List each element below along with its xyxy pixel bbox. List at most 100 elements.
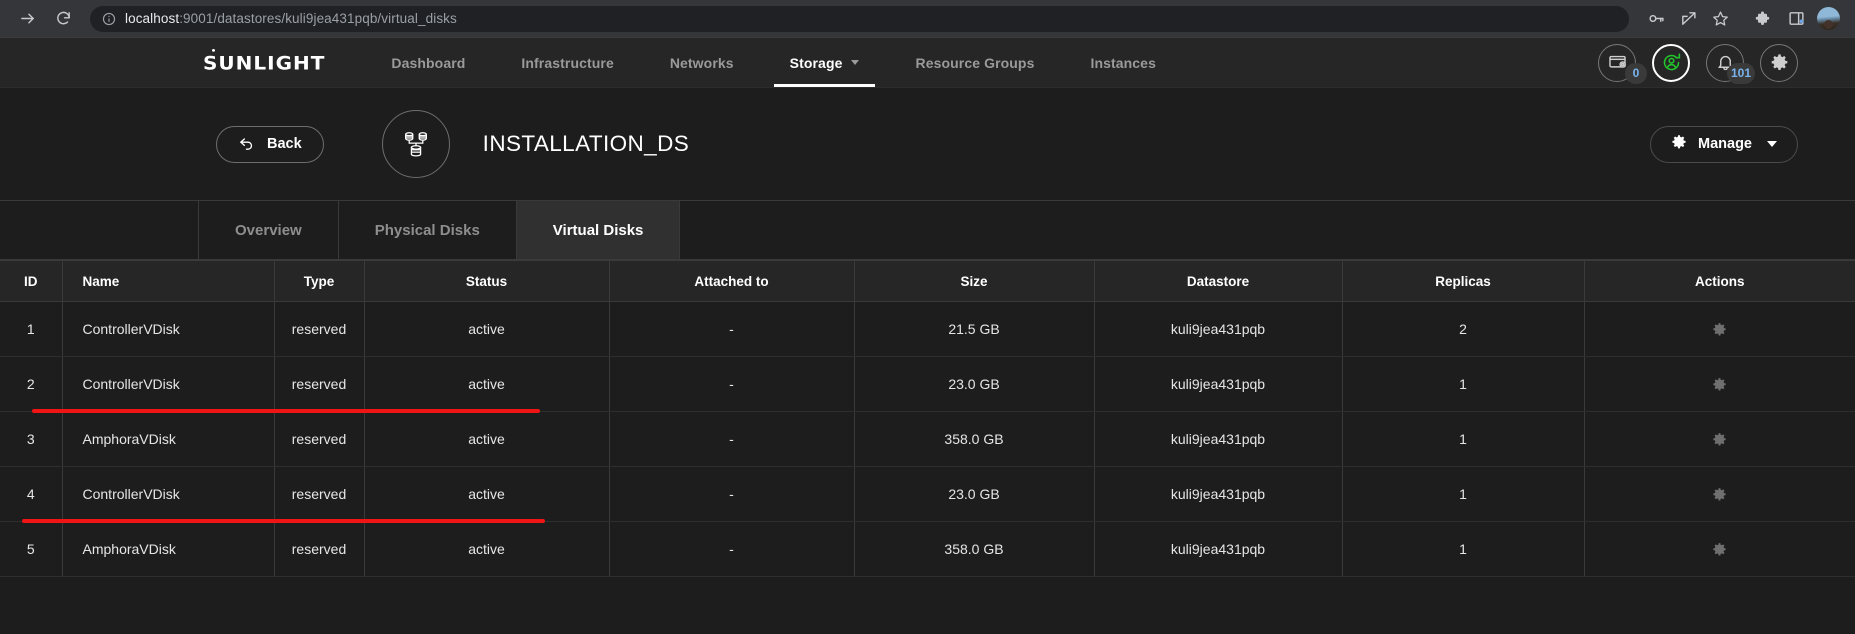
table-row[interactable]: 4 ControllerVDisk reserved active - 23.0…	[0, 466, 1855, 522]
sunlight-logo[interactable]: SUNLIGHT	[203, 40, 325, 86]
row-actions-gear-icon[interactable]	[1585, 322, 1855, 337]
reload-icon[interactable]	[48, 4, 78, 34]
row-actions-gear-icon[interactable]	[1585, 432, 1855, 447]
table-row[interactable]: 3 AmphoraVDisk reserved active - 358.0 G…	[0, 411, 1855, 467]
tab-bar-leading-space	[0, 201, 199, 259]
cell-attached-to: -	[609, 466, 855, 522]
column-header-attached-to[interactable]: Attached to	[609, 260, 855, 302]
cell-datastore: kuli9jea431pqb	[1094, 466, 1343, 522]
bookmark-star-icon[interactable]	[1705, 4, 1735, 34]
notifications-button[interactable]: 101	[1706, 43, 1755, 84]
tab-virtual-disks[interactable]: Virtual Disks	[516, 201, 681, 259]
cell-id: 4	[0, 466, 63, 522]
nav-label: Dashboard	[391, 54, 466, 71]
row-actions-gear-icon[interactable]	[1585, 542, 1855, 557]
cell-replicas: 2	[1342, 301, 1585, 357]
forward-arrow-icon[interactable]	[12, 4, 42, 34]
app-navbar: SUNLIGHT Dashboard Infrastructure Networ…	[0, 37, 1855, 87]
row-actions-gear-icon[interactable]	[1585, 377, 1855, 392]
cell-size: 358.0 GB	[854, 521, 1095, 577]
side-panel-icon[interactable]	[1781, 4, 1811, 34]
tab-label: Virtual Disks	[552, 221, 644, 239]
url-host: localhost	[125, 11, 180, 26]
back-button-label: Back	[267, 136, 302, 152]
cell-datastore: kuli9jea431pqb	[1094, 301, 1343, 357]
table-row[interactable]: 1 ControllerVDisk reserved active - 21.5…	[0, 301, 1855, 357]
cell-datastore: kuli9jea431pqb	[1094, 411, 1343, 467]
tab-bar: Overview Physical Disks Virtual Disks	[0, 200, 1855, 260]
nav-item-networks[interactable]: Networks	[642, 38, 762, 87]
table-row[interactable]: 5 AmphoraVDisk reserved active - 358.0 G…	[0, 521, 1855, 577]
cell-type: reserved	[274, 356, 365, 412]
cell-type: reserved	[274, 301, 365, 357]
url-text: localhost:9001/datastores/kuli9jea431pqb…	[125, 11, 457, 26]
manage-button[interactable]: Manage	[1650, 125, 1798, 163]
cell-id: 1	[0, 301, 63, 357]
vm-console-button[interactable]: 0	[1598, 43, 1647, 84]
browser-toolbar: localhost:9001/datastores/kuli9jea431pqb…	[0, 0, 1855, 37]
key-icon[interactable]	[1641, 4, 1671, 34]
avatar	[1816, 7, 1840, 30]
tab-overview[interactable]: Overview	[199, 201, 339, 259]
tab-label: Physical Disks	[374, 221, 480, 239]
cell-type: reserved	[274, 466, 365, 522]
cell-actions	[1584, 411, 1855, 467]
table-header-row: ID Name Type Status Attached to Size Dat…	[0, 260, 1855, 302]
virtual-disks-table: ID Name Type Status Attached to Size Dat…	[0, 260, 1855, 577]
cell-replicas: 1	[1342, 466, 1585, 522]
cell-name: AmphoraVDisk	[62, 411, 275, 467]
column-header-status[interactable]: Status	[364, 260, 610, 302]
nav-label: Infrastructure	[521, 54, 614, 71]
vm-console-badge: 0	[1625, 62, 1647, 84]
settings-gear-icon	[1760, 43, 1798, 82]
tab-label: Overview	[235, 221, 302, 239]
column-header-name[interactable]: Name	[62, 260, 275, 302]
cell-actions	[1584, 521, 1855, 577]
address-bar[interactable]: localhost:9001/datastores/kuli9jea431pqb…	[90, 5, 1629, 32]
primary-nav: Dashboard Infrastructure Networks Storag…	[363, 38, 1184, 87]
nav-label: Networks	[669, 54, 734, 71]
nav-item-dashboard[interactable]: Dashboard	[363, 38, 493, 87]
column-header-size[interactable]: Size	[854, 260, 1095, 302]
cell-actions	[1584, 301, 1855, 357]
cell-datastore: kuli9jea431pqb	[1094, 356, 1343, 412]
page-header: Back INSTALLATION_DS Manage	[0, 87, 1855, 200]
cell-id: 2	[0, 356, 63, 412]
cell-status: active	[364, 301, 610, 357]
column-header-type[interactable]: Type	[274, 260, 365, 302]
column-header-actions[interactable]: Actions	[1584, 260, 1855, 302]
cell-status: active	[364, 521, 610, 577]
nav-item-infrastructure[interactable]: Infrastructure	[493, 38, 641, 87]
row-actions-gear-icon[interactable]	[1585, 487, 1855, 502]
nav-item-storage[interactable]: Storage	[762, 38, 888, 87]
tab-physical-disks[interactable]: Physical Disks	[339, 201, 517, 259]
column-header-id[interactable]: ID	[0, 260, 63, 302]
user-sync-icon	[1652, 43, 1690, 82]
nav-label: Resource Groups	[915, 54, 1035, 71]
nav-item-instances[interactable]: Instances	[1062, 38, 1184, 87]
site-info-icon[interactable]	[102, 12, 116, 26]
table-row[interactable]: 2 ControllerVDisk reserved active - 23.0…	[0, 356, 1855, 412]
cell-actions	[1584, 356, 1855, 412]
user-sync-button[interactable]	[1652, 43, 1690, 82]
table-body: 1 ControllerVDisk reserved active - 21.5…	[0, 301, 1855, 577]
nav-item-resource-groups[interactable]: Resource Groups	[887, 38, 1062, 87]
cell-status: active	[364, 411, 610, 467]
table-header: ID Name Type Status Attached to Size Dat…	[0, 260, 1855, 302]
nav-status-icons: 0 101	[1598, 38, 1798, 87]
column-header-replicas[interactable]: Replicas	[1342, 260, 1585, 302]
cell-name: ControllerVDisk	[62, 466, 275, 522]
cell-attached-to: -	[609, 356, 855, 412]
extensions-puzzle-icon[interactable]	[1749, 4, 1779, 34]
cell-attached-to: -	[609, 521, 855, 577]
settings-button[interactable]	[1760, 43, 1798, 82]
back-arrow-icon	[238, 134, 255, 155]
cell-datastore: kuli9jea431pqb	[1094, 521, 1343, 577]
datastore-cluster-icon	[381, 110, 450, 178]
share-icon[interactable]	[1673, 4, 1703, 34]
profile-avatar[interactable]	[1813, 4, 1843, 34]
cell-replicas: 1	[1342, 521, 1585, 577]
cell-size: 358.0 GB	[854, 411, 1095, 467]
back-button[interactable]: Back	[216, 125, 324, 163]
column-header-datastore[interactable]: Datastore	[1094, 260, 1343, 302]
